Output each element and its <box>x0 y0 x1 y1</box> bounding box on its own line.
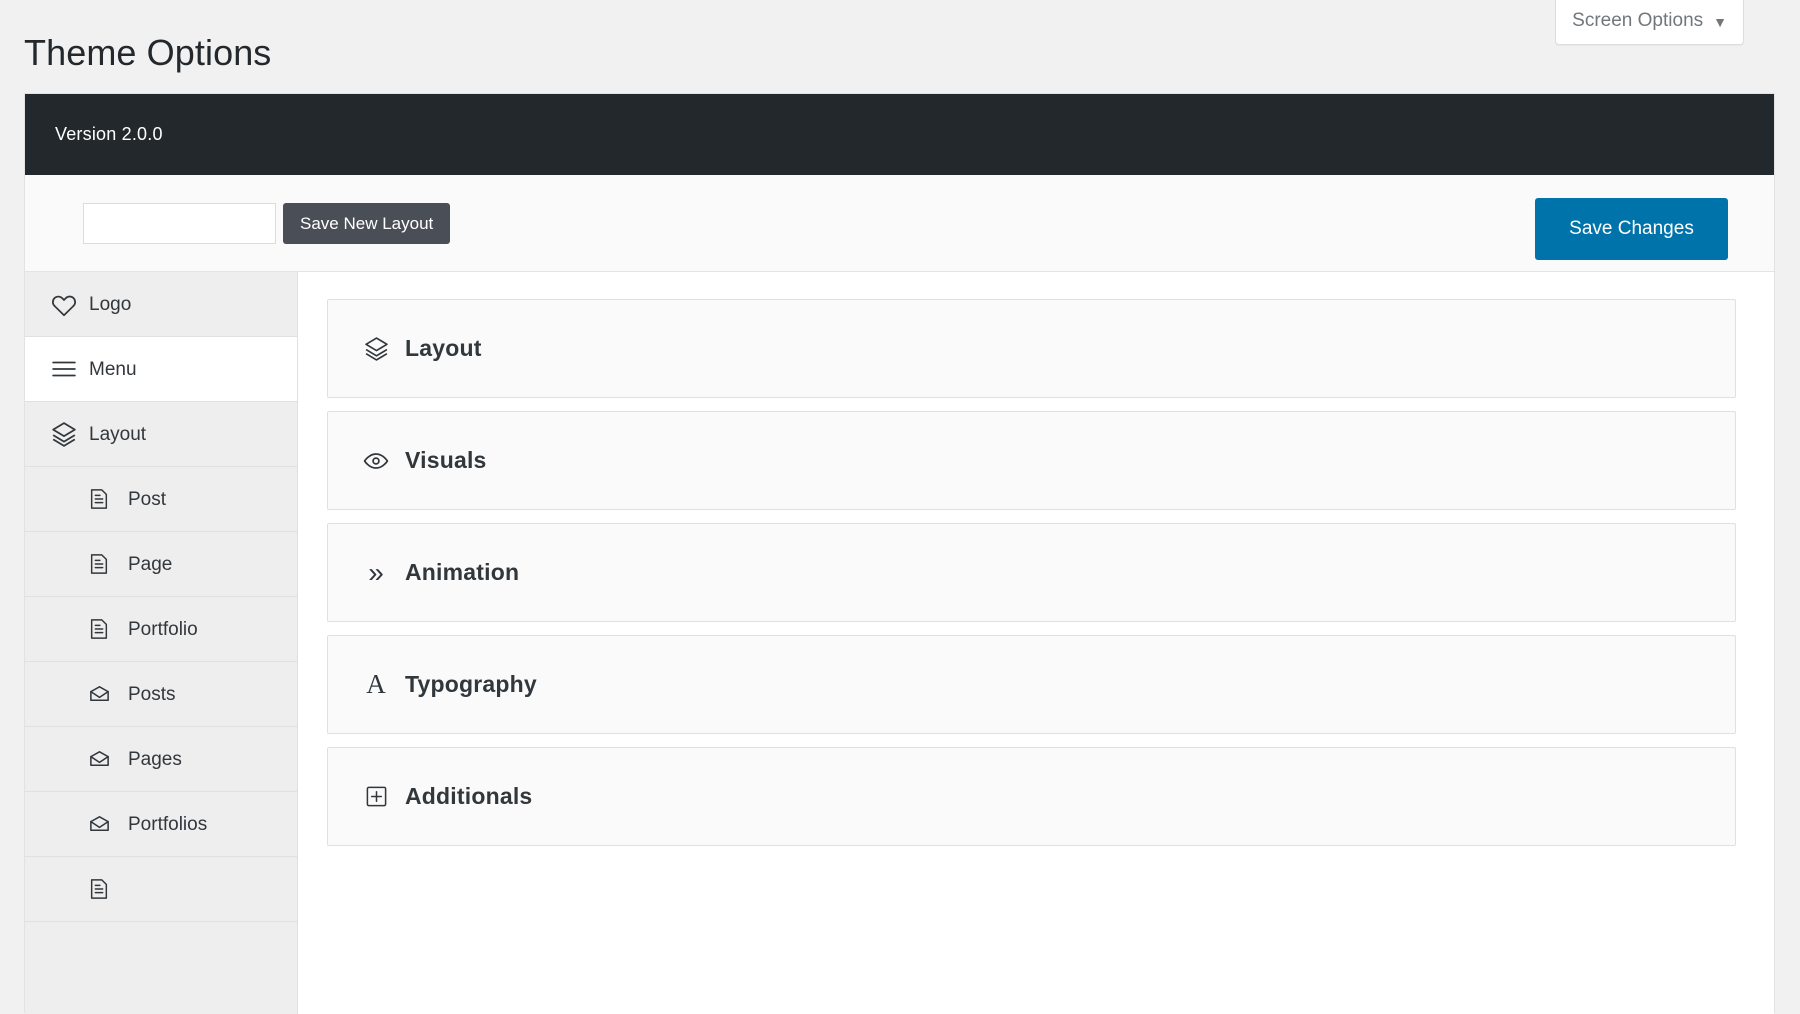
hamburger-icon <box>51 356 81 382</box>
options-panels: Layout Visuals » Animation A Typography <box>298 272 1774 1014</box>
save-new-layout-button[interactable]: Save New Layout <box>283 203 450 244</box>
sidebar-item-partial[interactable] <box>25 857 297 922</box>
sidebar-item-page[interactable]: Page <box>25 532 297 597</box>
envelope-icon <box>88 748 118 771</box>
sidebar-item-portfolios[interactable]: Portfolios <box>25 792 297 857</box>
envelope-icon <box>88 813 118 836</box>
save-changes-button[interactable]: Save Changes <box>1535 198 1728 260</box>
panel-label: Typography <box>405 671 537 698</box>
page-title: Theme Options <box>24 30 271 77</box>
document-icon <box>88 878 118 900</box>
version-label: Version 2.0.0 <box>55 124 163 145</box>
screen-options-tab[interactable]: Screen Options ▼ <box>1555 0 1744 45</box>
panel-layout[interactable]: Layout <box>327 299 1736 398</box>
options-body: Logo Menu Layout Post <box>25 272 1774 1014</box>
sidebar-item-label: Post <box>128 490 166 509</box>
options-toolbar: Save New Layout Save Changes <box>25 175 1774 272</box>
panel-label: Animation <box>405 559 519 586</box>
sidebar-item-logo[interactable]: Logo <box>25 272 297 337</box>
sidebar-item-label: Portfolio <box>128 620 198 639</box>
sidebar-item-layout[interactable]: Layout <box>25 402 297 467</box>
layers-icon <box>361 336 391 361</box>
theme-options-container: Version 2.0.0 Save New Layout Save Chang… <box>24 93 1775 1013</box>
heart-icon <box>51 291 81 317</box>
panel-label: Layout <box>405 335 482 362</box>
sidebar-item-label: Layout <box>89 425 146 444</box>
sidebar-item-pages[interactable]: Pages <box>25 727 297 792</box>
sidebar-item-post[interactable]: Post <box>25 467 297 532</box>
panel-visuals[interactable]: Visuals <box>327 411 1736 510</box>
panel-typography[interactable]: A Typography <box>327 635 1736 734</box>
chevron-down-icon: ▼ <box>1713 15 1727 29</box>
panel-label: Additionals <box>405 783 532 810</box>
document-icon <box>88 618 118 640</box>
sidebar-item-portfolio[interactable]: Portfolio <box>25 597 297 662</box>
double-chevron-right-icon: » <box>361 559 391 587</box>
eye-icon <box>361 448 391 474</box>
sidebar-item-label: Menu <box>89 360 137 379</box>
options-sidebar: Logo Menu Layout Post <box>25 272 298 1014</box>
letter-a-icon: A <box>361 671 391 698</box>
options-header-bar: Version 2.0.0 <box>25 94 1774 175</box>
sidebar-item-label: Logo <box>89 295 131 314</box>
screen-options-label: Screen Options <box>1572 10 1703 33</box>
document-icon <box>88 553 118 575</box>
sidebar-item-label: Pages <box>128 750 182 769</box>
panel-label: Visuals <box>405 447 487 474</box>
sidebar-item-posts[interactable]: Posts <box>25 662 297 727</box>
panel-additionals[interactable]: Additionals <box>327 747 1736 846</box>
sidebar-item-label: Posts <box>128 685 176 704</box>
sidebar-item-label: Page <box>128 555 172 574</box>
panel-animation[interactable]: » Animation <box>327 523 1736 622</box>
plus-square-icon <box>361 785 391 808</box>
document-icon <box>88 488 118 510</box>
sidebar-item-label: Portfolios <box>128 815 207 834</box>
layers-icon <box>51 421 81 447</box>
envelope-icon <box>88 683 118 706</box>
sidebar-item-menu[interactable]: Menu <box>25 337 298 402</box>
layout-name-input[interactable] <box>83 203 276 244</box>
